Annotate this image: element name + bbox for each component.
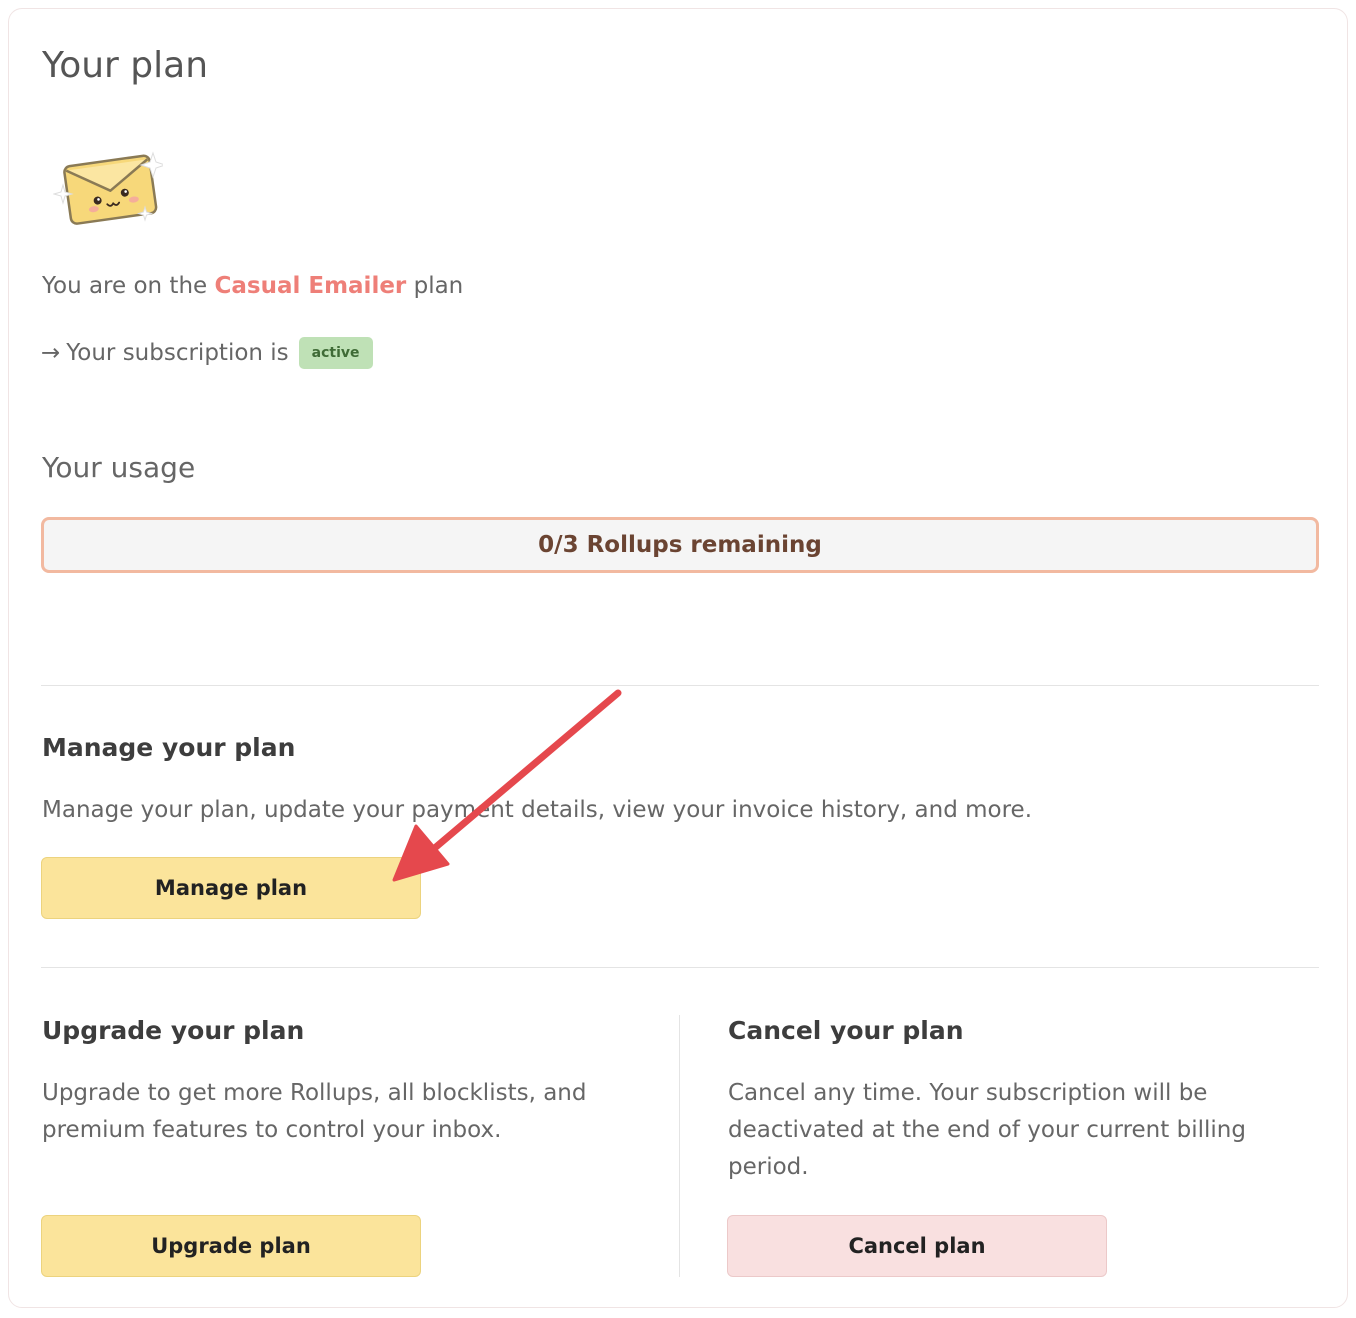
plan-summary: You are on the Casual Emailer plan [42,273,463,299]
usage-title: Your usage [42,451,196,484]
cancel-plan-button[interactable]: Cancel plan [727,1215,1107,1277]
usage-progress-bar: 0/3 Rollups remaining [41,517,1319,573]
status-badge: active [298,337,373,369]
arrow-right-icon: → [41,340,61,366]
plan-suffix: plan [413,273,464,299]
column-divider [679,1015,680,1277]
subscription-status-line: → Your subscription is active [41,337,373,369]
divider [41,685,1319,686]
divider [41,967,1319,968]
cancel-title: Cancel your plan [728,1016,964,1045]
cancel-description: Cancel any time. Your subscription will … [728,1080,1246,1180]
manage-title: Manage your plan [42,733,296,762]
usage-text: 0/3 Rollups remaining [538,532,822,558]
plan-name: Casual Emailer [214,273,407,299]
plan-card: Your plan You are on the Casual Emailer … [8,8,1348,1308]
page-title: Your plan [42,45,209,86]
envelope-mascot-icon [53,151,163,225]
upgrade-description: Upgrade to get more Rollups, all blockli… [42,1080,587,1143]
upgrade-title: Upgrade your plan [42,1016,305,1045]
upgrade-plan-button[interactable]: Upgrade plan [41,1215,421,1277]
manage-description: Manage your plan, update your payment de… [42,797,1033,823]
plan-prefix: You are on the [42,273,208,299]
manage-plan-button[interactable]: Manage plan [41,857,421,919]
subscription-label: Your subscription is [66,340,289,366]
